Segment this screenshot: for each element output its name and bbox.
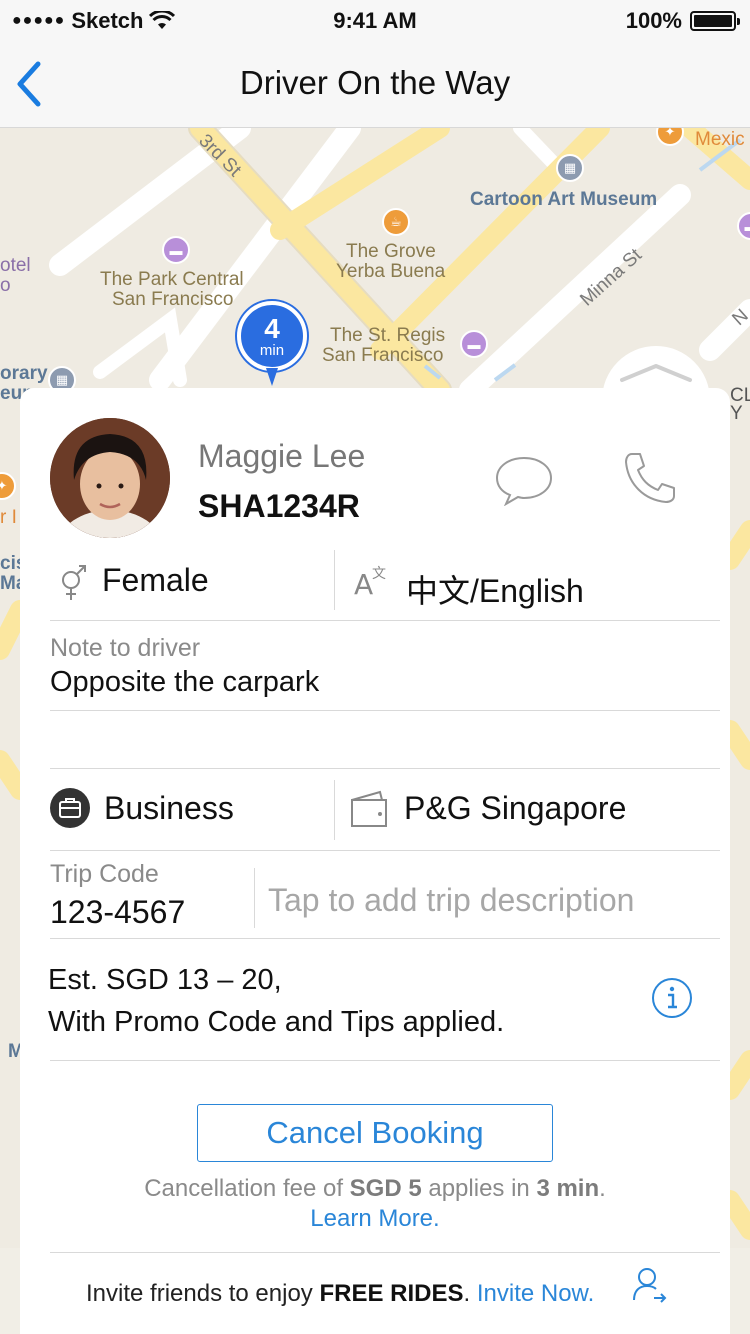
fee-mid: applies in (421, 1175, 537, 1202)
gender-icon (62, 565, 86, 600)
invite-bold: FREE RIDES (319, 1280, 464, 1307)
fee-time: 3 min (536, 1175, 600, 1202)
place-label-grove-1: The Grove (346, 241, 436, 262)
wallet-icon (351, 790, 387, 827)
trip-code-value[interactable]: 123-4567 (50, 894, 185, 931)
fee-prefix: Cancellation fee of (144, 1175, 350, 1202)
briefcase-icon (50, 788, 90, 833)
place-label-hotel-edge: otel (0, 255, 31, 276)
place-label-edge-r: r I (0, 507, 17, 528)
add-friend-icon[interactable] (632, 1266, 668, 1304)
info-icon (652, 978, 692, 1018)
divider (50, 768, 720, 769)
divider (334, 550, 335, 610)
message-driver-button[interactable] (494, 454, 554, 511)
battery-icon (690, 11, 740, 31)
place-label-st-regis-2: San Francisco (322, 345, 444, 366)
museum-icon[interactable]: ▦ (556, 154, 584, 182)
learn-more-link[interactable]: Learn More. (0, 1205, 750, 1233)
cancellation-fee-text: Cancellation fee of SGD 5 applies in 3 m… (0, 1175, 750, 1203)
call-driver-button[interactable] (622, 450, 680, 511)
driver-gender: Female (102, 562, 209, 598)
place-label-library-1: orary (0, 363, 48, 384)
profile-type[interactable]: Business (104, 790, 234, 827)
invite-banner: Invite friends to enjoy FREE RIDES. Invi… (86, 1280, 594, 1308)
fare-note: With Promo Code and Tips applied. (48, 1006, 505, 1038)
cafe-icon[interactable]: ☕ (382, 208, 410, 236)
fare-info-button[interactable] (651, 977, 693, 1024)
phone-icon (625, 453, 675, 503)
place-label-park-central-2: San Francisco (112, 289, 234, 310)
place-label-mexico: Mexic (695, 129, 745, 150)
note-value[interactable]: Opposite the carpark (50, 666, 319, 699)
language-icon: A 文 (354, 566, 386, 600)
divider (50, 1060, 720, 1061)
place-label-park-central-1: The Park Central (100, 269, 244, 290)
divider (50, 850, 720, 851)
trip-description-input[interactable]: Tap to add trip description (268, 882, 634, 919)
divider (50, 710, 720, 711)
svg-text:文: 文 (372, 566, 386, 582)
navigation-bar: Driver On the Way (0, 40, 750, 128)
battery-percent: 100% (625, 8, 682, 33)
page-title: Driver On the Way (239, 64, 511, 101)
fee-amount: SGD 5 (349, 1175, 422, 1202)
invite-mid: . (463, 1280, 477, 1307)
chat-bubble-icon (495, 456, 553, 507)
invite-now-link[interactable]: Invite Now. (477, 1280, 594, 1307)
vehicle-plate: SHA1234R (198, 488, 360, 524)
divider (50, 938, 720, 939)
chevron-up-icon (620, 364, 692, 382)
place-label-grove-2: Yerba Buena (336, 261, 446, 282)
svg-text:A: A (354, 568, 373, 600)
eta-value: 4 (264, 313, 280, 344)
divider (50, 620, 720, 621)
status-bar: ●●●●● Sketch 9:41 AM 100% (0, 0, 750, 40)
place-label-hotel-edge-2: o (0, 275, 11, 296)
hotel-icon[interactable]: ▬ (460, 330, 488, 358)
company-name[interactable]: P&G Singapore (404, 790, 626, 827)
driver-name: Maggie Lee (198, 438, 366, 474)
divider (334, 780, 335, 840)
divider (254, 868, 255, 928)
place-label-y: Y (730, 403, 743, 424)
driver-eta-pin[interactable]: 4 min (237, 301, 307, 371)
fare-estimate: Est. SGD 13 – 20, (48, 964, 282, 996)
status-right: 100% (625, 8, 740, 34)
hotel-icon[interactable]: ▬ (162, 236, 190, 264)
fee-suffix: . (599, 1175, 606, 1202)
divider (50, 1252, 720, 1253)
place-label-st-regis-1: The St. Regis (330, 325, 446, 346)
trip-code-label: Trip Code (50, 860, 159, 888)
note-label: Note to driver (50, 634, 201, 662)
eta-unit: min (259, 342, 285, 359)
cancel-booking-button[interactable]: Cancel Booking (197, 1104, 553, 1162)
place-label-cartoon-art-museum: Cartoon Art Museum (470, 189, 658, 210)
driver-photo (50, 418, 170, 538)
driver-avatar (50, 418, 170, 538)
driver-languages: 中文/English (406, 573, 584, 609)
invite-prefix: Invite friends to enjoy (86, 1280, 320, 1307)
